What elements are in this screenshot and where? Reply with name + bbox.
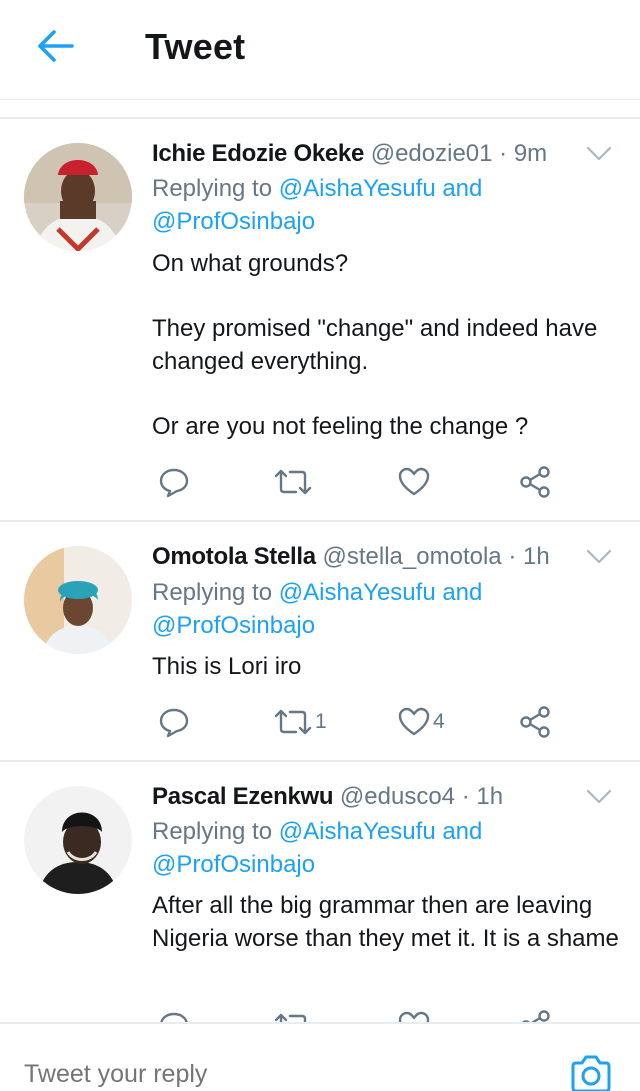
reply-composer xyxy=(0,1022,640,1091)
tweet-item[interactable]: Omotola Stella @stella_omotola · 1h Repl… xyxy=(0,522,640,762)
share-icon xyxy=(520,466,550,498)
mention-link[interactable]: @AishaYesufu and xyxy=(279,579,483,606)
retweet-icon xyxy=(274,469,312,495)
retweet-button[interactable]: 1 xyxy=(274,702,327,742)
timestamp: 1h xyxy=(476,783,504,810)
tweet-item[interactable]: Pascal Ezenkwu @edusco4 · 1h Replying to… xyxy=(0,762,640,1024)
replying-prefix: Replying to xyxy=(152,175,273,202)
tweet-paragraph: After all the big grammar then are leavi… xyxy=(152,892,619,952)
chevron-down-icon[interactable] xyxy=(586,548,612,566)
chevron-down-icon[interactable] xyxy=(586,788,612,806)
share-icon xyxy=(520,706,550,738)
mention-link[interactable]: @AishaYesufu and xyxy=(279,175,483,202)
replying-prefix: Replying to xyxy=(152,818,273,845)
mention-link[interactable]: @ProfOsinbajo xyxy=(152,851,315,878)
like-button[interactable]: 4 xyxy=(398,702,445,742)
avatar[interactable] xyxy=(24,143,132,251)
tweet-paragraph: Or are you not feeling the change ? xyxy=(152,413,529,440)
top-app-bar: Tweet xyxy=(0,0,640,100)
tweet-header: Omotola Stella @stella_omotola · 1h xyxy=(152,542,550,572)
avatar[interactable] xyxy=(24,546,132,654)
retweet-icon xyxy=(274,709,312,735)
heart-icon xyxy=(398,707,430,736)
like-count: 4 xyxy=(433,710,445,733)
author-name[interactable]: Ichie Edozie Okeke xyxy=(152,140,364,167)
chevron-down-icon[interactable] xyxy=(586,145,612,163)
author-handle[interactable]: @edozie01 xyxy=(371,140,493,167)
page-title: Tweet xyxy=(145,26,246,67)
tweet-header: Pascal Ezenkwu @edusco4 · 1h xyxy=(152,782,503,812)
camera-icon[interactable] xyxy=(569,1054,613,1091)
mention-link[interactable]: @AishaYesufu and xyxy=(279,818,483,845)
tweet-header: Ichie Edozie Okeke @edozie01 · 9m xyxy=(152,139,547,169)
tweet-actions: 1 4 xyxy=(0,702,640,742)
like-button[interactable] xyxy=(398,462,433,502)
reply-button[interactable] xyxy=(158,462,190,502)
tweet-item[interactable]: Ichie Edozie Okeke @edozie01 · 9m Replyi… xyxy=(0,119,640,522)
replying-prefix: Replying to xyxy=(152,579,273,606)
share-button[interactable] xyxy=(519,462,551,502)
arrow-left-icon[interactable] xyxy=(36,28,76,64)
author-name[interactable]: Pascal Ezenkwu xyxy=(152,783,334,810)
tweet-actions xyxy=(0,462,640,502)
reply-icon xyxy=(159,468,189,498)
author-handle[interactable]: @stella_omotola xyxy=(323,543,502,570)
tweet-text: This is Lori iro xyxy=(152,650,622,683)
share-button[interactable] xyxy=(519,702,551,742)
mention-link[interactable]: @ProfOsinbajo xyxy=(152,612,315,639)
author-handle[interactable]: @edusco4 xyxy=(340,783,455,810)
timestamp: 1h xyxy=(522,543,550,570)
replying-to: Replying to @AishaYesufu and @ProfOsinba… xyxy=(152,172,482,238)
tweet-paragraph: They promised "change" and indeed have c… xyxy=(152,315,598,375)
replying-to: Replying to @AishaYesufu and @ProfOsinba… xyxy=(152,815,482,881)
retweet-button[interactable] xyxy=(274,462,315,502)
mention-link[interactable]: @ProfOsinbajo xyxy=(152,208,315,235)
tweet-text: On what grounds? They promised "change" … xyxy=(152,247,622,443)
reply-button[interactable] xyxy=(158,702,190,742)
author-name[interactable]: Omotola Stella xyxy=(152,543,316,570)
separator-dot: · xyxy=(499,140,508,167)
tweet-paragraph: This is Lori iro xyxy=(152,653,302,680)
avatar[interactable] xyxy=(24,786,132,894)
timestamp: 9m xyxy=(513,140,548,167)
tweet-paragraph: On what grounds? xyxy=(152,250,349,277)
retweet-count: 1 xyxy=(315,710,327,733)
separator-dot: · xyxy=(508,543,517,570)
reply-input[interactable] xyxy=(24,1060,504,1089)
tweet-text: After all the big grammar then are leavi… xyxy=(152,889,620,955)
replying-to: Replying to @AishaYesufu and @ProfOsinba… xyxy=(152,576,482,642)
reply-icon xyxy=(159,708,189,738)
heart-icon xyxy=(398,467,430,496)
separator-dot: · xyxy=(461,783,470,810)
